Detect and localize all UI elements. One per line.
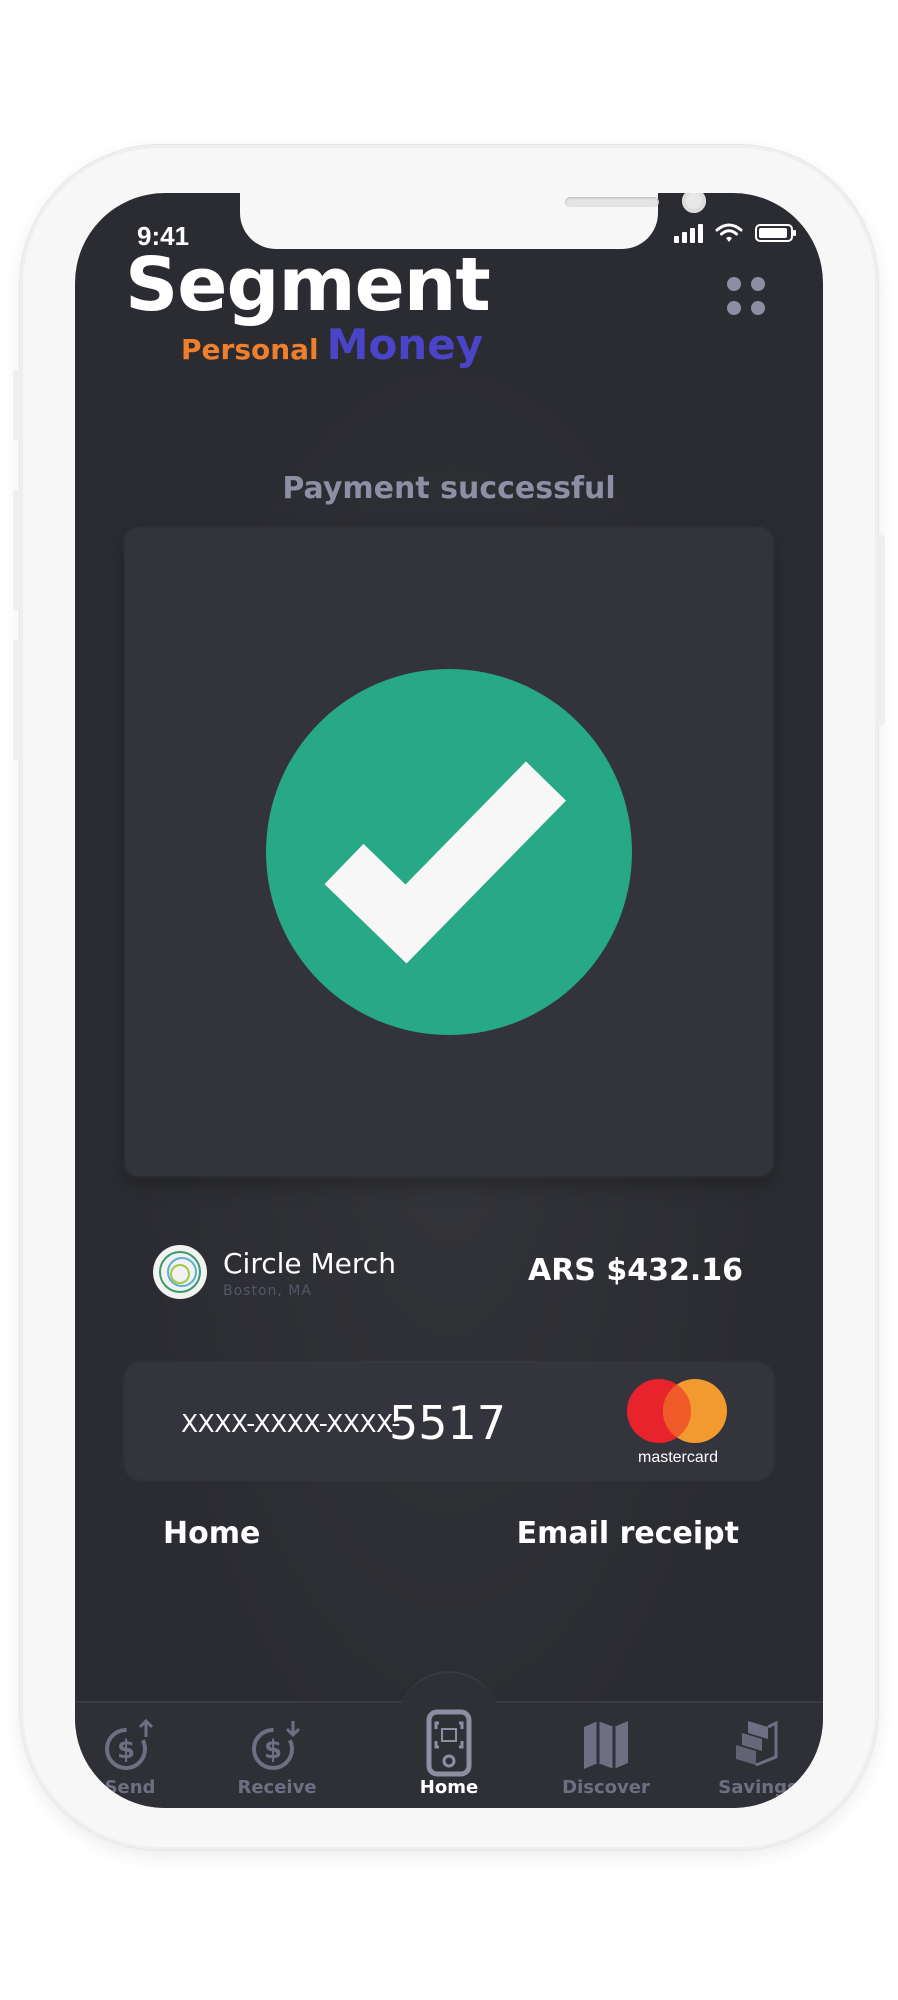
home-button[interactable]: Home [163,1516,260,1551]
brand-logo: Segment Personal Money [125,242,491,369]
tab-receive[interactable]: $ Receive [222,1717,332,1798]
brand-name: Segment [125,242,491,328]
notch [240,193,706,249]
tab-home[interactable]: Home [394,1709,504,1798]
power-button [877,535,885,725]
brand-personal: Personal [181,333,319,366]
merchant-row: Circle Merch Boston, MA ARS $432.16 [153,1245,743,1305]
tab-send[interactable]: $ Send [75,1717,185,1798]
mastercard-logo: mastercard [623,1377,733,1467]
volume-down-button [13,640,21,760]
email-receipt-button[interactable]: Email receipt [517,1516,739,1551]
merchant-location: Boston, MA [223,1283,312,1299]
stack-icon [736,1720,778,1767]
payment-amount: ARS $432.16 [527,1253,743,1288]
tab-savings-label: Savings [718,1777,798,1798]
merchant-name: Circle Merch [223,1247,396,1280]
brand-money: Money [326,320,484,369]
card-last-four: 5517 [389,1396,507,1450]
app-screen: 9:41 Segment Personal Money Payment succe… [75,193,823,1808]
tab-home-label: Home [419,1777,479,1798]
tab-send-label: Send [104,1777,156,1798]
receive-money-icon: $ [252,1721,301,1770]
speaker-grille [565,197,659,207]
success-check-icon [266,669,632,1035]
map-icon [584,1721,628,1769]
bottom-tab-bar: $ Send $ Receive Home Discover Savings [75,1671,823,1808]
brand-subtitle: Personal Money [181,320,483,369]
svg-text:$: $ [117,1735,135,1765]
signal-icon [674,223,703,243]
payment-card: XXXX-XXXX-XXXX- 5517 mastercard [125,1363,773,1479]
scan-phone-icon [426,1709,472,1777]
tab-discover-label: Discover [562,1777,650,1798]
volume-up-button [13,490,21,610]
battery-icon [755,224,796,242]
tab-savings[interactable]: Savings [703,1717,813,1798]
success-card [125,528,773,1176]
tab-receive-label: Receive [237,1777,317,1798]
mute-switch [13,370,21,440]
card-number-mask: XXXX-XXXX-XXXX- [181,1409,400,1438]
payment-status-title: Payment successful [282,471,616,506]
wifi-icon [715,223,743,242]
send-money-icon: $ [105,1718,154,1770]
status-icons [674,223,796,243]
merchant-logo [153,1245,207,1299]
svg-text:$: $ [264,1735,282,1765]
front-camera [682,193,706,213]
card-network: mastercard [637,1449,719,1466]
tab-discover[interactable]: Discover [551,1717,661,1798]
menu-dots-icon[interactable] [727,277,767,317]
